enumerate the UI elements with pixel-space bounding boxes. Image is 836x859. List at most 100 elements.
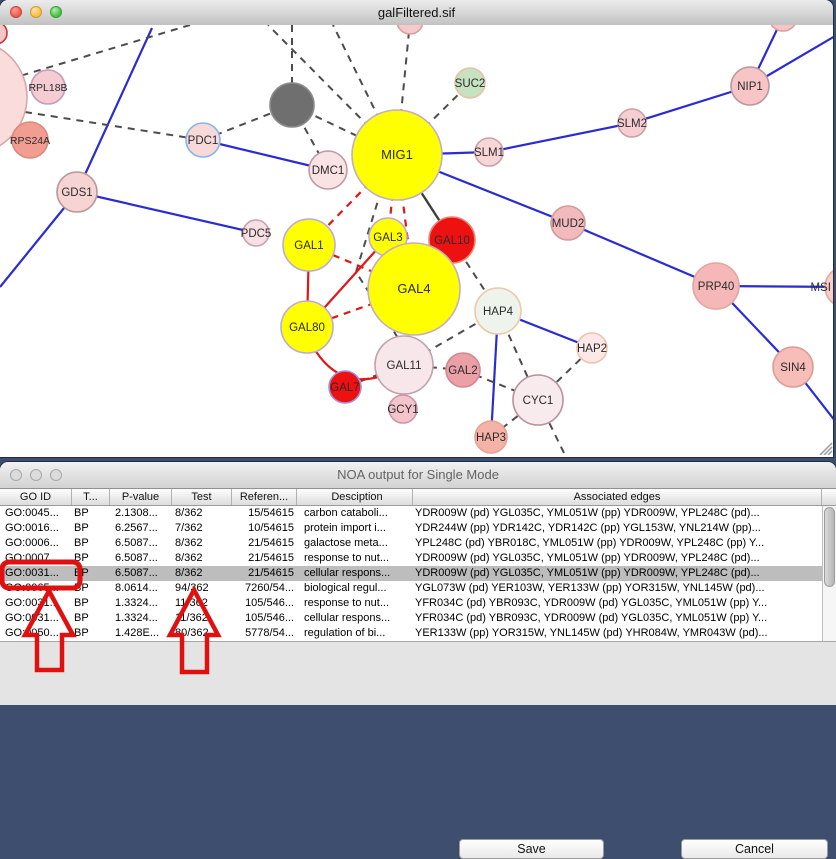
node-label-CYC1: CYC1	[523, 395, 554, 407]
node-label-MUD2: MUD2	[552, 218, 585, 230]
column-header-go[interactable]: GO ID	[0, 489, 72, 505]
cell-p: 6.5087...	[110, 551, 172, 566]
cell-type: BP	[72, 506, 110, 521]
close-button-icon[interactable]	[10, 469, 22, 481]
cell-go: GO:0031...	[0, 566, 72, 581]
column-header-desc[interactable]: Desciption	[302, 489, 413, 505]
node-label-GAL10: GAL10	[434, 235, 470, 247]
cell-ref: 105/546...	[232, 611, 297, 626]
zoom-button-icon[interactable]	[50, 469, 62, 481]
node-label-RPL18B: RPL18B	[28, 82, 67, 94]
node-label-GAL80: GAL80	[289, 322, 325, 334]
cancel-button[interactable]: Cancel	[681, 839, 828, 859]
cell-ref: 105/546...	[232, 596, 297, 611]
cell-type: BP	[72, 566, 110, 581]
cell-type: BP	[72, 521, 110, 536]
close-button-icon[interactable]	[10, 6, 22, 18]
node-label-MIG1: MIG1	[381, 147, 413, 162]
table-row[interactable]: GO:0007...BP6.5087...8/36221/54615respon…	[0, 551, 836, 566]
zoom-button-icon[interactable]	[50, 6, 62, 18]
network-svg: RPL18B RPS24A GDS1 PDC1 DMC1 MIG1 SUC2 SLM1 SLM2…	[0, 25, 833, 455]
network-node-top-mid-node[interactable]	[397, 25, 423, 34]
table-row[interactable]: GO:0045...BP2.1308...8/36215/54615carbon…	[0, 506, 836, 521]
cell-desc: response to nut...	[302, 596, 413, 611]
node-label-DMC1: DMC1	[312, 165, 345, 177]
node-label-GDS1: GDS1	[61, 187, 92, 199]
noa-window: NOA output for Single Mode GO IDT...P-va…	[0, 462, 836, 704]
cell-go: GO:0031...	[0, 596, 72, 611]
node-label-GCY1: GCY1	[387, 404, 418, 416]
cell-desc: cellular respons...	[302, 566, 413, 581]
table-row[interactable]: GO:0031...BP1.3324...11/362105/546...cel…	[0, 611, 836, 626]
window-title: NOA output for Single Mode	[337, 467, 499, 482]
cell-ref: 21/54615	[232, 536, 297, 551]
network-node-gray-node[interactable]	[270, 83, 314, 127]
scrollbar-thumb[interactable]	[824, 507, 835, 587]
network-window-titlebar[interactable]: galFiltered.sif	[0, 0, 833, 26]
network-edge[interactable]	[77, 28, 152, 192]
network-node-red-sliver-node[interactable]	[0, 25, 7, 44]
cell-test: 8/362	[172, 566, 232, 581]
cell-test: 80/362	[172, 626, 232, 641]
column-header-p[interactable]: P-value	[110, 489, 172, 505]
button-panel: Save Cancel	[0, 641, 836, 705]
cell-type: BP	[72, 626, 110, 641]
table-row[interactable]: GO:0016...BP6.2567...7/36210/54615protei…	[0, 521, 836, 536]
cell-type: BP	[72, 551, 110, 566]
node-label-SLM2: SLM2	[617, 118, 647, 130]
minimize-button-icon[interactable]	[30, 469, 42, 481]
cell-edges: YPL248C (pd) YBR018C, YML051W (pp) YDR00…	[413, 536, 822, 551]
node-label-GAL11: GAL11	[387, 360, 422, 372]
save-button[interactable]: Save	[459, 839, 604, 859]
cell-p: 8.0614...	[110, 581, 172, 596]
cell-p: 6.5087...	[110, 536, 172, 551]
table-row[interactable]: GO:0031...BP1.3324...11/362105/546...res…	[0, 596, 836, 611]
column-header-test[interactable]: Test	[172, 489, 232, 505]
cell-go: GO:0016...	[0, 521, 72, 536]
network-edge[interactable]	[20, 25, 190, 76]
node-label-PDC5: PDC5	[241, 228, 272, 240]
cell-test: 11/362	[172, 611, 232, 626]
cell-p: 2.1308...	[110, 506, 172, 521]
table-row[interactable]: GO:0050...BP1.428E...80/3625778/54...reg…	[0, 626, 836, 641]
cell-desc: cellular respons...	[302, 611, 413, 626]
network-edge[interactable]	[77, 192, 256, 233]
cell-ref: 7260/54...	[232, 581, 297, 596]
cell-test: 8/362	[172, 536, 232, 551]
cell-desc: regulation of bi...	[302, 626, 413, 641]
cell-edges: YER133W (pp) YOR315W, YNL145W (pd) YHR08…	[413, 626, 822, 641]
node-label-SLM1: SLM1	[474, 147, 504, 159]
noa-window-titlebar[interactable]: NOA output for Single Mode	[0, 462, 836, 489]
table-row[interactable]: GO:0006...BP6.5087...8/36221/54615galact…	[0, 536, 836, 551]
column-header-type[interactable]: T...	[72, 489, 110, 505]
vertical-scrollbar[interactable]	[822, 506, 836, 641]
node-label-SUC2: SUC2	[455, 78, 486, 90]
network-canvas[interactable]: RPL18B RPS24A GDS1 PDC1 DMC1 MIG1 SUC2 SLM1 SLM2…	[0, 25, 833, 455]
network-edge[interactable]	[25, 112, 203, 140]
node-label-GAL4: GAL4	[397, 281, 430, 296]
network-edge[interactable]	[568, 223, 716, 286]
window-title: galFiltered.sif	[378, 5, 455, 20]
node-label-MSI: MSI	[811, 282, 831, 294]
node-label-PDC1: PDC1	[188, 135, 219, 147]
network-edge[interactable]	[489, 123, 632, 152]
minimize-button-icon[interactable]	[30, 6, 42, 18]
cell-edges: YFR034C (pd) YBR093C, YDR009W (pd) YGL03…	[413, 596, 822, 611]
cell-edges: YDR009W (pd) YGL035C, YML051W (pp) YDR00…	[413, 566, 822, 581]
cell-edges: YGL073W (pd) YER103W, YER133W (pp) YOR31…	[413, 581, 822, 596]
cell-go: GO:0050...	[0, 626, 72, 641]
traffic-lights-inactive	[10, 469, 62, 481]
node-label-RPS24A: RPS24A	[10, 135, 50, 147]
cell-p: 6.5087...	[110, 566, 172, 581]
cell-ref: 15/54615	[232, 506, 297, 521]
table-row[interactable]: GO:0031...BP6.5087...8/36221/54615cellul…	[0, 566, 836, 581]
cell-desc: biological regul...	[302, 581, 413, 596]
column-header-ref[interactable]: Referen...	[232, 489, 297, 505]
node-label-GAL2: GAL2	[448, 365, 477, 377]
cell-edges: YDR244W (pp) YDR142C, YDR142C (pp) YGL15…	[413, 521, 822, 536]
cell-go: GO:0006...	[0, 536, 72, 551]
table-row[interactable]: GO:0065...BP8.0614...94/3627260/54...bio…	[0, 581, 836, 596]
network-node-top-right-node[interactable]	[769, 25, 797, 31]
column-header-edges[interactable]: Associated edges	[413, 489, 822, 505]
cell-ref: 5778/54...	[232, 626, 297, 641]
